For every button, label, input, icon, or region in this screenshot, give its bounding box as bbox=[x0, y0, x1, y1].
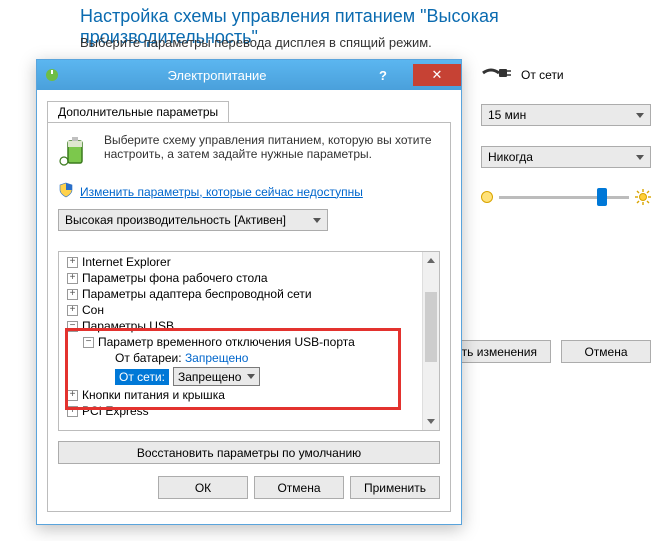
brightness-slider[interactable] bbox=[499, 188, 629, 206]
page-subtitle: Выберите параметры перевода дисплея в сп… bbox=[80, 35, 432, 50]
plug-icon bbox=[481, 65, 513, 84]
scroll-down-button[interactable] bbox=[423, 413, 439, 430]
expander-plus[interactable]: + bbox=[67, 390, 78, 401]
dialog-title: Электропитание bbox=[69, 68, 365, 83]
expander-plus[interactable]: + bbox=[67, 406, 78, 417]
help-button[interactable]: ? bbox=[365, 64, 401, 86]
restore-defaults-button[interactable]: Восстановить параметры по умолчанию bbox=[58, 441, 440, 464]
brightness-high-icon bbox=[635, 189, 651, 205]
expander-minus[interactable]: − bbox=[67, 321, 78, 332]
dialog-intro: Выберите схему управления питанием, кото… bbox=[104, 133, 440, 172]
close-button[interactable]: ✕ bbox=[413, 64, 461, 86]
display-off-combo[interactable]: 15 мин bbox=[481, 104, 651, 126]
expander-minus[interactable]: − bbox=[83, 337, 94, 348]
on-battery-value[interactable]: Запрещено bbox=[185, 351, 248, 365]
power-scheme-combo[interactable]: Высокая производительность [Активен] bbox=[58, 209, 328, 231]
cancel-button[interactable]: Отмена bbox=[254, 476, 344, 499]
tree-item[interactable]: Internet Explorer bbox=[82, 255, 171, 269]
tree-scrollbar[interactable] bbox=[422, 252, 439, 430]
tree-item-usb[interactable]: Параметры USB bbox=[82, 319, 174, 333]
sleep-after-combo[interactable]: Никогда bbox=[481, 146, 651, 168]
plugged-in-value-combo[interactable]: Запрещено bbox=[173, 367, 260, 386]
scroll-thumb[interactable] bbox=[425, 292, 437, 362]
power-source-label: От сети bbox=[481, 65, 651, 84]
power-icon bbox=[43, 66, 61, 84]
expander-plus[interactable]: + bbox=[67, 289, 78, 300]
apply-button[interactable]: Применить bbox=[350, 476, 440, 499]
cancel-page-button[interactable]: Отмена bbox=[561, 340, 651, 363]
expander-plus[interactable]: + bbox=[67, 257, 78, 268]
tree-item[interactable]: PCI Express bbox=[82, 404, 149, 418]
ok-button[interactable]: ОК bbox=[158, 476, 248, 499]
brightness-slider-row bbox=[481, 188, 651, 206]
tree-item[interactable]: Сон bbox=[82, 303, 104, 317]
power-source-text: От сети bbox=[521, 68, 564, 82]
scroll-up-button[interactable] bbox=[423, 252, 439, 269]
tree-item-usb-suspend[interactable]: Параметр временного отключения USB-порта bbox=[98, 335, 355, 349]
power-options-dialog: Электропитание ? ✕ Дополнительные параме… bbox=[36, 59, 462, 525]
expander-plus[interactable]: + bbox=[67, 305, 78, 316]
tree-item[interactable]: Кнопки питания и крышка bbox=[82, 388, 225, 402]
tab-advanced[interactable]: Дополнительные параметры bbox=[47, 101, 229, 123]
settings-tree: + Internet Explorer + Параметры фона рабоч… bbox=[58, 251, 440, 431]
tree-item[interactable]: Параметры фона рабочего стола bbox=[82, 271, 268, 285]
on-battery-label[interactable]: От батареи: bbox=[115, 351, 182, 365]
plugged-in-label[interactable]: От сети: bbox=[115, 369, 169, 385]
dialog-titlebar: Электропитание ? ✕ bbox=[37, 60, 461, 90]
battery-icon bbox=[58, 133, 94, 172]
shield-icon bbox=[58, 182, 74, 201]
tree-item[interactable]: Параметры адаптера беспроводной сети bbox=[82, 287, 312, 301]
expander-plus[interactable]: + bbox=[67, 273, 78, 284]
change-unavailable-link[interactable]: Изменить параметры, которые сейчас недос… bbox=[80, 185, 363, 199]
brightness-thumb[interactable] bbox=[597, 188, 607, 206]
brightness-low-icon bbox=[481, 191, 493, 203]
